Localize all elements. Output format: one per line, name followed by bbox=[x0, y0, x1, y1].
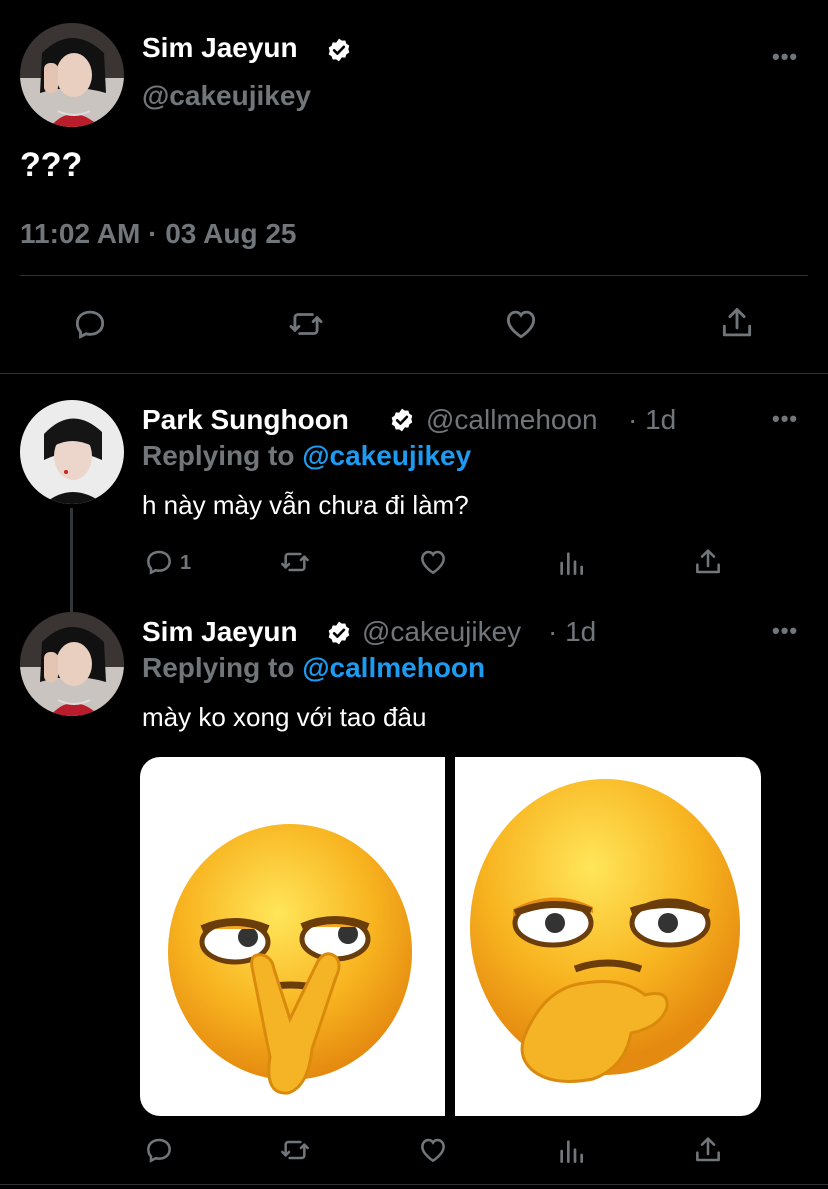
tweet-text: ??? bbox=[20, 146, 83, 184]
analytics-icon[interactable] bbox=[555, 1135, 587, 1167]
tweet-age: · 1d bbox=[548, 616, 597, 647]
reply-count: 1 bbox=[180, 552, 192, 574]
replying-label: Replying to bbox=[142, 440, 295, 471]
reply-icon[interactable] bbox=[143, 1134, 175, 1166]
mention-link[interactable]: @callmehoon bbox=[302, 652, 485, 683]
author-handle[interactable]: @cakeujikey bbox=[362, 616, 521, 648]
replying-to: Replying to @cakeujikey bbox=[142, 440, 471, 472]
verified-badge-icon bbox=[389, 407, 415, 438]
author-name[interactable]: Sim Jaeyun bbox=[142, 616, 298, 648]
tweet-timestamp[interactable]: 11:02 AM · 03 Aug 25 bbox=[20, 218, 296, 250]
retweet-icon[interactable] bbox=[286, 305, 326, 343]
emoji-peace-sign-image bbox=[168, 824, 412, 1095]
verified-badge-icon bbox=[326, 620, 352, 651]
share-icon[interactable] bbox=[692, 1133, 724, 1167]
avatar-sim-jaeyun[interactable] bbox=[20, 23, 124, 127]
author-handle[interactable]: @cakeujikey bbox=[142, 80, 311, 112]
more-options-icon[interactable]: ••• bbox=[772, 44, 798, 70]
author-name[interactable]: Park Sunghoon bbox=[142, 404, 349, 436]
mention-link[interactable]: @cakeujikey bbox=[302, 440, 471, 471]
share-icon[interactable] bbox=[718, 303, 756, 343]
like-icon[interactable] bbox=[416, 546, 450, 578]
replying-to: Replying to @callmehoon bbox=[142, 652, 485, 684]
replying-label: Replying to bbox=[142, 652, 295, 683]
more-options-icon[interactable]: ••• bbox=[772, 618, 798, 644]
tweet-text: h này mày vẫn chưa đi làm? bbox=[142, 490, 469, 520]
reply-icon[interactable] bbox=[143, 546, 175, 578]
avatar-photo bbox=[20, 400, 124, 504]
author-name[interactable]: Sim Jaeyun bbox=[142, 32, 298, 64]
media-image-1[interactable] bbox=[140, 757, 445, 1116]
divider bbox=[0, 1184, 828, 1185]
share-icon[interactable] bbox=[692, 545, 724, 579]
like-icon[interactable] bbox=[416, 1134, 450, 1166]
reply-icon[interactable] bbox=[71, 305, 109, 343]
avatar-photo bbox=[20, 612, 124, 716]
avatar-photo bbox=[20, 23, 124, 127]
divider bbox=[20, 275, 808, 276]
verified-badge-icon bbox=[326, 37, 352, 68]
retweet-icon[interactable] bbox=[278, 546, 312, 578]
avatar-sim-jaeyun[interactable] bbox=[20, 612, 124, 716]
tweet-text: mày ko xong với tao đâu bbox=[142, 702, 427, 732]
avatar-park-sunghoon[interactable] bbox=[20, 400, 124, 504]
thread-line bbox=[70, 508, 73, 612]
analytics-icon[interactable] bbox=[555, 547, 587, 579]
divider bbox=[0, 373, 828, 374]
like-icon[interactable] bbox=[501, 305, 541, 343]
emoji-thinking-image bbox=[470, 779, 740, 1083]
author-handle[interactable]: @callmehoon bbox=[426, 404, 598, 436]
more-options-icon[interactable]: ••• bbox=[772, 406, 798, 432]
retweet-icon[interactable] bbox=[278, 1134, 312, 1166]
tweet-age: · 1d bbox=[628, 404, 677, 435]
media-image-2[interactable] bbox=[455, 757, 761, 1116]
